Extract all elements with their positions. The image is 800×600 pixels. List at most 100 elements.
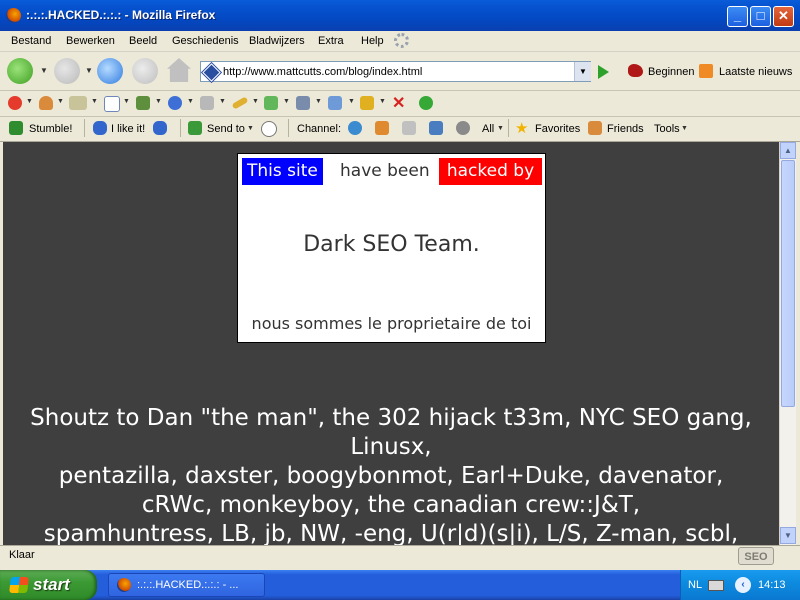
url-input[interactable]: http://www.mattcutts.com/blog/index.html [223,66,422,78]
error-icon[interactable]: ✕ [392,93,405,113]
menu-extra[interactable]: Extra [318,35,344,47]
separator [288,119,289,137]
shoutz-line: cRWc, monkeyboy, the canadian crew::J&T, [141,492,641,518]
scroll-thumb[interactable] [781,160,795,407]
bookmark-laatste-nieuws[interactable]: Laatste nieuws [719,66,792,78]
proprietaire-text: nous sommes le proprietaire de toi [251,314,532,333]
stop-button[interactable] [132,58,158,84]
firefox-icon [6,8,21,23]
menu-bladwijzers[interactable]: Bladwijzers [249,35,305,47]
shoutz-text: Shoutz to Dan "the man", the 302 hijack … [3,404,779,545]
page-content: This site have been hacked by Dark SEO T… [3,142,779,545]
valid-icon[interactable] [419,96,433,110]
dropdown-icon[interactable]: ▼ [187,98,194,105]
minimize-button[interactable]: _ [727,6,748,27]
back-button[interactable] [7,58,33,84]
user-icon[interactable] [39,96,53,110]
resize-icon[interactable] [264,96,278,110]
scroll-up-button[interactable]: ▲ [780,142,796,159]
menu-help[interactable]: Help [361,35,384,47]
dropdown-icon[interactable]: ▼ [26,98,33,105]
menu-geschiedenis[interactable]: Geschiedenis [172,35,239,47]
dropdown-icon[interactable]: ▼ [379,98,386,105]
disable-icon[interactable] [8,96,22,110]
separator [84,119,85,137]
like-button[interactable]: I like it! [111,123,145,135]
send-icon [188,121,202,135]
have-been-label: have been [340,161,430,181]
all-button[interactable]: All [482,123,494,135]
globe-icon[interactable] [348,121,362,135]
star-icon: ★ [515,120,529,137]
dropdown-icon[interactable]: ▼ [348,98,355,105]
css-icon[interactable] [69,96,87,110]
menu-beeld[interactable]: Beeld [129,35,157,47]
options-icon[interactable] [360,96,374,110]
dropdown-icon[interactable]: ▼ [681,125,688,132]
dropdown-icon[interactable]: ▼ [315,98,322,105]
keyboard-icon[interactable] [708,580,724,591]
back-dropdown-icon[interactable]: ▼ [40,66,48,75]
dropdown-icon[interactable]: ▼ [252,98,259,105]
channel-label: Channel: [297,123,342,135]
status-text: Klaar [9,549,35,561]
status-bar [0,545,800,568]
dropdown-icon[interactable]: ▼ [91,98,98,105]
stumbleupon-icon [9,121,23,135]
maximize-button[interactable]: □ [750,6,771,27]
shoutz-line: Shoutz to Dan "the man", the 302 hijack … [30,405,752,431]
this-site-label: This site [242,158,323,185]
windows-logo-icon [9,577,29,593]
shoutz-line: pentazilla, daxster, boogybonmot, Earl+D… [58,463,724,489]
tag-icon[interactable] [402,121,416,135]
menu-bewerken[interactable]: Bewerken [66,35,115,47]
dropdown-icon[interactable]: ▼ [123,98,130,105]
window-title: :.:.:.HACKED.:.:.: - Mozilla Firefox [26,8,216,22]
information-icon[interactable] [168,96,182,110]
close-button[interactable]: ✕ [773,6,794,27]
separator [180,119,181,137]
url-dropdown-icon[interactable]: ▼ [574,62,591,81]
dropdown-icon[interactable]: ▼ [283,98,290,105]
send-to-button[interactable]: Send to [207,123,245,135]
forms-icon[interactable] [104,96,120,112]
clock[interactable]: 14:13 [758,579,786,591]
dropdown-icon[interactable]: ▼ [155,98,162,105]
images-icon[interactable] [136,96,150,110]
reload-button[interactable] [97,58,123,84]
go-button[interactable] [598,65,609,79]
seo-badge[interactable]: SEO [738,547,774,565]
miscellaneous-icon[interactable] [200,96,214,110]
separator [508,119,509,137]
menu-bestand[interactable]: Bestand [11,35,51,47]
stumble-button[interactable]: Stumble! [29,123,72,135]
bookmark-beginnen-icon [628,64,643,77]
dropdown-icon[interactable]: ▼ [247,125,254,132]
scroll-down-button[interactable]: ▼ [780,527,796,544]
dropdown-icon[interactable]: ▼ [497,125,504,132]
favorites-button[interactable]: Favorites [535,123,580,135]
show-hidden-icons-button[interactable]: ‹ [735,577,751,593]
dropdown-icon[interactable]: ▼ [57,98,64,105]
view-source-icon[interactable] [328,96,342,110]
video-icon[interactable] [456,121,470,135]
friends-button[interactable]: Friends [607,123,644,135]
taskbar-item-label: :.:.:.HACKED.:.:.: - ... [137,579,239,591]
language-indicator[interactable]: NL [688,579,702,591]
thumbs-down-icon[interactable] [153,121,167,135]
hacked-banner: This site have been hacked by Dark SEO T… [237,153,546,343]
bookmark-beginnen[interactable]: Beginnen [648,66,695,78]
forward-dropdown-icon[interactable]: ▼ [85,66,93,75]
throbber-icon [394,33,409,48]
shoutz-line: Linusx, [350,434,432,460]
people-icon[interactable] [375,121,389,135]
forward-button[interactable] [54,58,80,84]
tools-icon[interactable] [296,96,310,110]
photo-icon[interactable] [429,121,443,135]
dropdown-icon[interactable]: ▼ [219,98,226,105]
hacked-by-label: hacked by [439,158,542,185]
tools-button[interactable]: Tools [654,123,680,135]
rss-icon [699,64,713,78]
start-label: start [33,575,70,594]
comment-icon[interactable] [261,121,277,137]
